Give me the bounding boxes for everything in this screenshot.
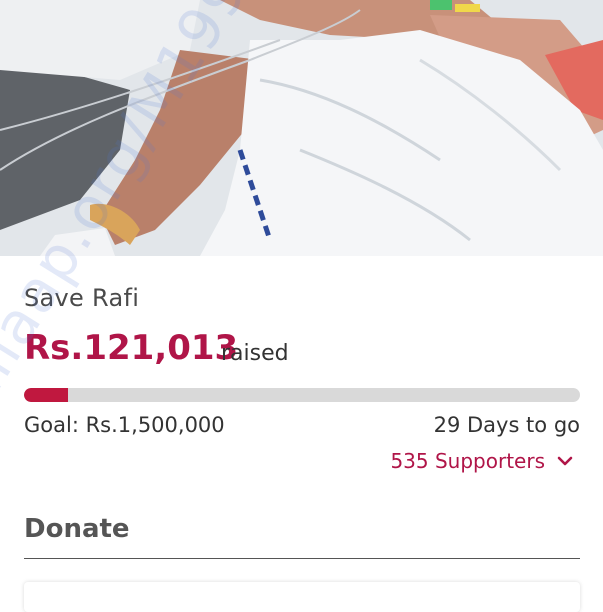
fundraising-progress-bar xyxy=(24,388,580,402)
campaign-title: Save Rafi xyxy=(24,284,140,312)
donate-heading: Donate xyxy=(24,514,130,544)
days-remaining: 29 Days to go xyxy=(433,413,580,437)
goal-amount: Goal: Rs.1,500,000 xyxy=(24,413,225,437)
supporters-toggle[interactable]: 535 Supporters xyxy=(390,449,573,473)
progress-fill xyxy=(24,388,69,402)
campaign-photo xyxy=(0,0,603,256)
raised-label: raised xyxy=(221,341,289,366)
supporters-count: 535 Supporters xyxy=(390,449,545,473)
chevron-down-icon xyxy=(557,456,573,466)
patient-photo-illustration xyxy=(0,0,603,256)
raised-amount: Rs.121,013 xyxy=(24,328,239,368)
section-divider xyxy=(24,558,580,559)
campaign-summary: Save Rafi Rs.121,013 raised Goal: Rs.1,5… xyxy=(0,256,603,612)
donate-card[interactable] xyxy=(24,582,580,612)
